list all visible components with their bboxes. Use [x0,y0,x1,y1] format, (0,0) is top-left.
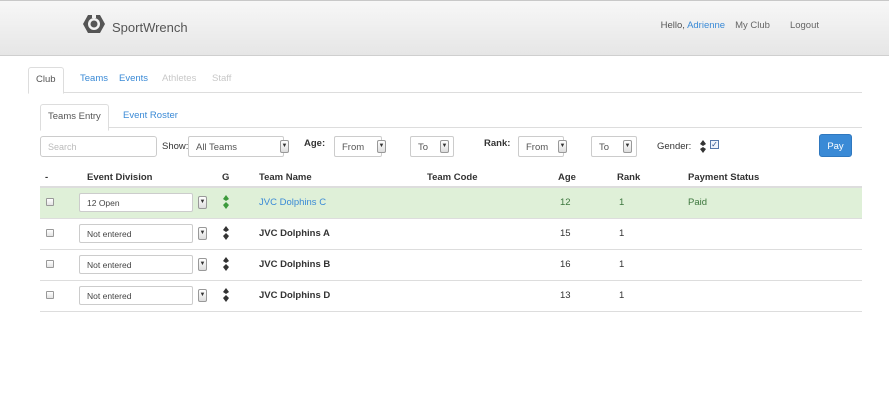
top-navbar: SportWrench Hello, Adrienne My Club Logo… [0,0,889,56]
rank-label: Rank: [484,138,511,149]
show-select[interactable]: All Teams [188,136,284,157]
teams-table: - Event Division G Team Name Team Code A… [40,168,862,312]
caret-down-icon[interactable]: ▼ [377,140,386,153]
team-rank: 1 [619,197,625,208]
table-row[interactable]: Not entered ▼ JVC Dolphins D 13 1 [40,281,862,312]
caret-down-icon[interactable]: ▼ [623,140,632,153]
col-select-header[interactable]: - [45,172,48,183]
event-division-select[interactable]: Not entered [79,286,193,305]
table-row[interactable]: 12 Open ▼ JVC Dolphins C 12 1 Paid [40,188,862,219]
team-rank: 1 [619,290,625,301]
col-gender-header[interactable]: G [222,172,229,183]
tab-event-roster[interactable]: Event Roster [116,104,185,130]
table-header: - Event Division G Team Name Team Code A… [40,168,862,188]
team-age: 12 [560,197,571,208]
event-division-select[interactable]: Not entered [79,255,193,274]
show-label: Show: [162,141,189,152]
row-checkbox[interactable] [46,229,54,237]
team-rank: 1 [619,228,625,239]
tab-teams[interactable]: Teams [73,67,115,93]
payment-status: Paid [688,197,708,208]
brand[interactable]: SportWrench [82,13,188,35]
col-team-name-header[interactable]: Team Name [259,172,312,183]
show-select-value: All Teams [196,142,238,153]
user-name-link[interactable]: Adrienne [687,20,725,31]
team-name-link[interactable]: JVC Dolphins C [259,197,326,208]
row-checkbox[interactable] [46,198,54,206]
event-division-select[interactable]: 12 Open [79,193,193,212]
tab-teams-entry[interactable]: Teams Entry [40,104,109,131]
gender-icon [223,288,229,302]
age-from-select[interactable]: From [334,136,382,157]
col-age-header[interactable]: Age [558,172,576,183]
my-club-link[interactable]: My Club [735,20,770,31]
team-name: JVC Dolphins B [259,259,331,270]
team-age: 15 [560,228,571,239]
gender-label: Gender: [657,141,692,152]
col-team-code-header[interactable]: Team Code [427,172,478,183]
rank-from-value: From [526,142,549,153]
search-input[interactable]: Search [40,136,157,157]
greeting: Hello, Adrienne [661,20,725,31]
row-checkbox[interactable] [46,260,54,268]
caret-down-icon[interactable]: ▼ [440,140,449,153]
user-nav: Hello, Adrienne My Club Logout [661,20,819,31]
caret-down-icon[interactable]: ▼ [198,289,207,302]
tab-staff: Staff [212,73,232,84]
caret-down-icon[interactable]: ▼ [558,140,567,153]
caret-down-icon[interactable]: ▼ [198,258,207,271]
event-division-select[interactable]: Not entered [79,224,193,243]
logout-link[interactable]: Logout [790,20,819,31]
table-row[interactable]: Not entered ▼ JVC Dolphins B 16 1 [40,250,862,281]
tab-athletes: Athletes [162,73,197,84]
age-label: Age: [304,138,326,149]
tab-club[interactable]: Club [28,67,64,94]
caret-down-icon[interactable]: ▼ [280,140,289,153]
greeting-prefix: Hello, [660,20,685,31]
gender-icon [223,226,229,240]
tab-events[interactable]: Events [112,67,155,93]
team-name: JVC Dolphins D [259,290,331,301]
sportwrench-logo-icon [83,13,105,33]
age-to-value: To [418,142,429,153]
caret-down-icon[interactable]: ▼ [198,196,207,209]
pay-button[interactable]: Pay [819,134,852,157]
sub-tabs: Teams Entry Event Roster [40,104,862,131]
row-checkbox[interactable] [46,291,54,299]
col-payment-status-header[interactable]: Payment Status [688,172,759,183]
gender-icon [700,140,706,153]
col-rank-header[interactable]: Rank [617,172,640,183]
table-row[interactable]: Not entered ▼ JVC Dolphins A 15 1 [40,219,862,250]
age-from-value: From [342,142,365,153]
filter-toolbar: Search Show: All Teams ▼ Age: From ▼ To … [40,134,862,158]
col-event-division-header[interactable]: Event Division [87,172,152,183]
team-name: JVC Dolphins A [259,228,330,239]
gender-checkbox[interactable]: ✓ [710,140,719,149]
gender-icon [223,195,229,209]
caret-down-icon[interactable]: ▼ [198,227,207,240]
main-tabs: Club Teams Events Athletes Staff [28,67,862,94]
team-rank: 1 [619,259,625,270]
rank-to-value: To [599,142,610,153]
team-age: 13 [560,290,571,301]
brand-name: SportWrench [112,19,188,35]
gender-icon [223,257,229,271]
team-age: 16 [560,259,571,270]
